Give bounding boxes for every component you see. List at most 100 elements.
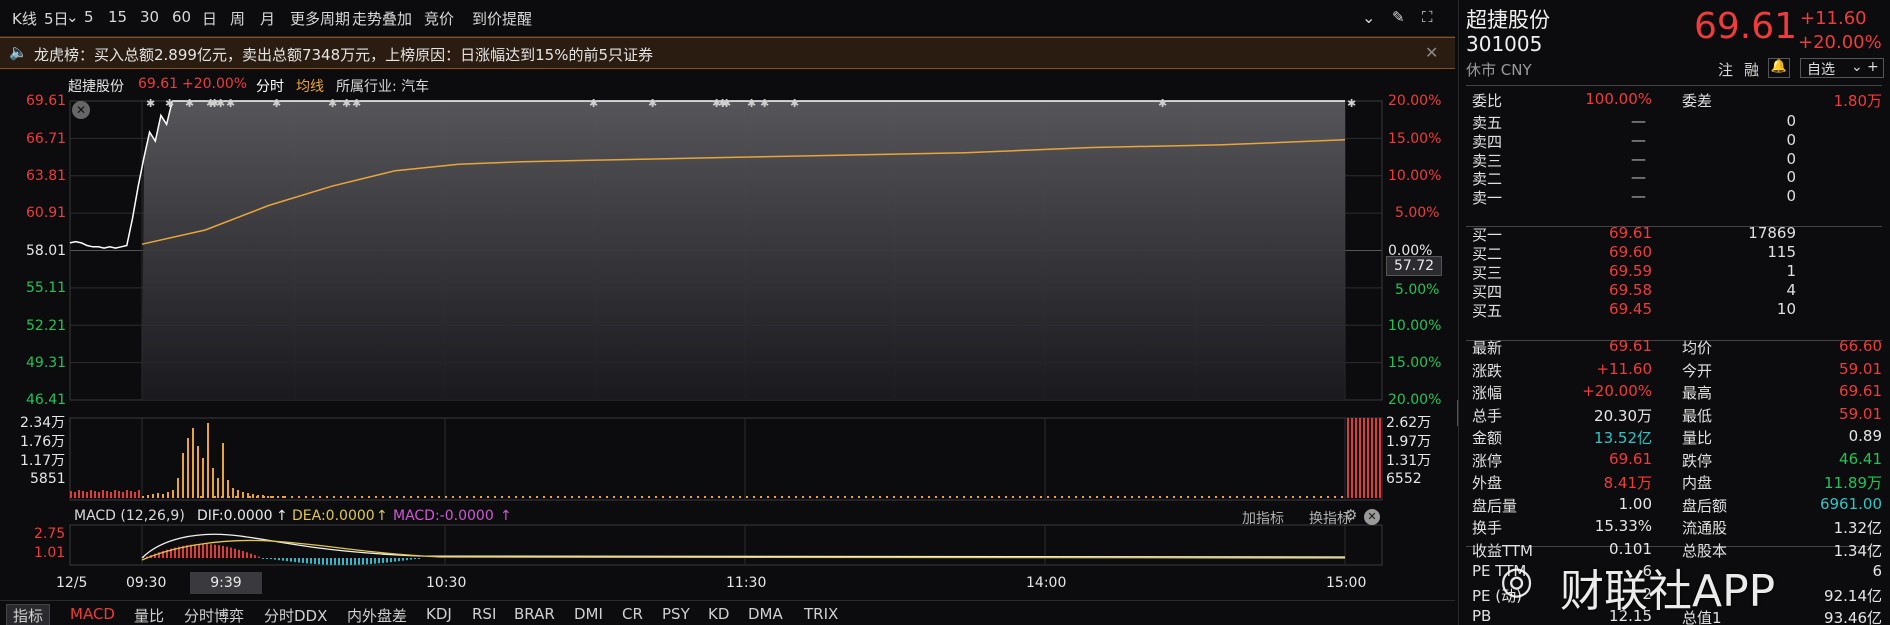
volume-bar [914, 496, 916, 498]
volume-bar [1351, 418, 1353, 498]
tab-fenshi-boyi[interactable]: 分时博弈 [184, 605, 244, 625]
tab-dmi[interactable]: DMI [574, 605, 603, 623]
tool-week[interactable]: 周 [230, 8, 245, 29]
tab-indicator[interactable]: 指标 [6, 604, 51, 625]
close-icon[interactable]: ✕ [1425, 43, 1438, 62]
volume-bar [928, 496, 930, 498]
close-icon[interactable]: ✕ [1364, 509, 1380, 525]
tab-brar[interactable]: BRAR [514, 605, 555, 623]
volume-bar [232, 488, 234, 498]
vol-left-0: 2.34万 [20, 415, 66, 431]
tab-psy[interactable]: PSY [662, 605, 690, 623]
macd-bar [294, 558, 296, 563]
right-tick-6: 10.00% [1388, 318, 1442, 334]
macd-bar [278, 558, 280, 561]
weibi-row: 委比 100.00% 委差 1.80万 [1472, 88, 1882, 110]
macd-bar [190, 544, 192, 558]
tab-rsi[interactable]: RSI [472, 605, 496, 623]
volume-bar [1089, 496, 1091, 498]
macd-bar [342, 558, 344, 565]
collapse-icon[interactable]: ⌄ [1362, 8, 1375, 27]
stat-value: +11.60 [1596, 359, 1652, 378]
fullscreen-icon[interactable]: ⛶ [1422, 8, 1433, 26]
right-tick-7: 15.00% [1388, 355, 1442, 371]
event-marker: ✱ [722, 97, 731, 110]
macd-bar [350, 558, 352, 565]
tab-ddx[interactable]: 分时DDX [264, 605, 327, 625]
macd-bar [398, 558, 400, 562]
volume-bar [1145, 496, 1147, 498]
pen-icon[interactable]: ✎ [1392, 8, 1405, 26]
tool-month[interactable]: 月 [260, 8, 275, 29]
tool-30min[interactable]: 30 [140, 8, 159, 26]
tab-kdj[interactable]: KDJ [426, 605, 452, 623]
event-marker: ✱ [226, 97, 235, 110]
volume-bar [1173, 496, 1175, 498]
volume-bar [106, 491, 108, 498]
tool-15min[interactable]: 15 [108, 8, 127, 26]
stat-row: 最新 69.61 均价 66.60 [1472, 335, 1882, 357]
volume-bar [1040, 496, 1042, 498]
tool-5day[interactable]: 5日 [44, 8, 69, 29]
volume-bar [162, 494, 164, 498]
tool-kline[interactable]: K线 [12, 8, 37, 29]
volume-bar [1082, 496, 1084, 498]
volume-bar [487, 496, 489, 498]
volume-bar [221, 496, 223, 498]
fenshi-toggle[interactable]: 分时 [256, 76, 284, 96]
volume-bar [177, 478, 179, 498]
tab-dma[interactable]: DMA [748, 605, 783, 623]
watchlist-button[interactable]: 自选 ⌄ + [1800, 58, 1884, 78]
volume-bar [1194, 496, 1196, 498]
volume-bar [227, 480, 229, 498]
macd-bar [234, 548, 236, 558]
volume-bar [830, 496, 832, 498]
tab-cr[interactable]: CR [622, 605, 643, 623]
bell-icon[interactable]: 🔔 [1768, 58, 1790, 78]
tool-overlay[interactable]: 走势叠加 [352, 8, 412, 29]
volume-bar [272, 496, 274, 498]
volume-bar [627, 496, 629, 498]
event-marker: ✱ [352, 97, 361, 110]
tool-auction[interactable]: 竞价 [424, 8, 454, 29]
macd-label: MACD (12,26,9) [74, 508, 185, 524]
volume-bar [192, 428, 194, 498]
tool-price-alert[interactable]: 到价提醒 [472, 8, 532, 29]
macd-bar [270, 558, 272, 560]
volume-bar [613, 496, 615, 498]
macd-bar [258, 556, 260, 558]
volume-bar [452, 496, 454, 498]
tab-kd[interactable]: KD [708, 605, 729, 623]
macd-bar [254, 555, 256, 558]
macd-bar [406, 558, 408, 561]
volume-bar [410, 496, 412, 498]
stat-value-2: 59.01 [1839, 404, 1882, 423]
stock-code: 301005 [1466, 32, 1543, 56]
tab-neiwaipan[interactable]: 内外盘差 [347, 605, 407, 625]
volume-bars [70, 418, 1381, 498]
event-marker: ✱ [328, 97, 337, 110]
tab-macd[interactable]: MACD [70, 605, 115, 623]
macd-bar [318, 558, 320, 565]
gear-icon[interactable]: ⚙ [1344, 506, 1357, 524]
volume-bar [991, 496, 993, 498]
stat-label-2: 流通股 [1682, 519, 1728, 537]
tool-5min[interactable]: 5 [84, 8, 94, 26]
volume-bar [1347, 418, 1349, 498]
macd-bar [214, 544, 216, 558]
tab-trix[interactable]: TRIX [804, 605, 838, 623]
tab-liangbi[interactable]: 量比 [134, 605, 164, 625]
volume-bar [157, 493, 159, 498]
volume-bar [142, 496, 144, 498]
add-indicator-button[interactable]: 加指标 [1242, 508, 1284, 528]
close-overlay-icon[interactable]: ✕ [72, 101, 90, 119]
volume-bar [1110, 496, 1112, 498]
volume-bar [851, 496, 853, 498]
volume-bar [1222, 496, 1224, 498]
avg-line-toggle[interactable]: 均线 [296, 76, 324, 96]
stat-label: 金额 [1472, 429, 1503, 447]
tool-more-periods[interactable]: 更多周期 [290, 8, 350, 29]
tool-day[interactable]: 日 [202, 8, 217, 29]
tool-60min[interactable]: 60 [172, 8, 191, 26]
stat-label-2: 均价 [1682, 339, 1713, 357]
